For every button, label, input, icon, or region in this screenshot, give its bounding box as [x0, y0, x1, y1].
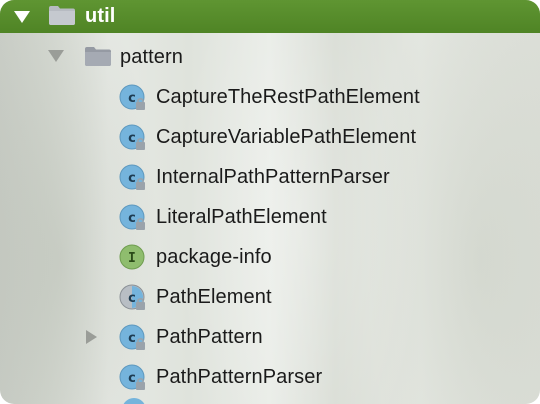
tree-node-label: LiteralPathElement: [156, 206, 327, 228]
class-icon: [122, 398, 146, 404]
project-tree-panel: util pattern c CaptureTheRestPathElement: [0, 0, 540, 404]
tree-node-class[interactable]: c InternalPathPatternParser: [0, 157, 540, 197]
tree-node-label: util: [85, 5, 116, 27]
tree-node-class[interactable]: c CaptureVariablePathElement: [0, 117, 540, 157]
svg-text:c: c: [128, 91, 136, 106]
tree-node-label: pattern: [120, 46, 183, 68]
svg-text:c: c: [128, 131, 136, 146]
svg-text:c: c: [128, 371, 136, 386]
tree-node-label: package-info: [156, 246, 272, 268]
tree-node-abstract-class[interactable]: c PathElement: [0, 277, 540, 317]
folder-icon: [85, 47, 111, 66]
abstract-class-icon: c: [119, 284, 145, 310]
tree-node-class[interactable]: c LiteralPathElement: [0, 197, 540, 237]
tree-node-label: PathPatternParser: [156, 366, 323, 388]
class-icon: c: [119, 364, 145, 390]
svg-text:c: c: [128, 331, 136, 346]
svg-text:c: c: [128, 171, 136, 186]
tree-node-label: InternalPathPatternParser: [156, 166, 390, 188]
expand-arrow-icon[interactable]: [14, 11, 30, 23]
tree-node-label: CaptureTheRestPathElement: [156, 86, 420, 108]
tree-node-interface[interactable]: I package-info: [0, 237, 540, 277]
tree-node-label: PathElement: [156, 286, 272, 308]
tree-node-label: PathPattern: [156, 326, 263, 348]
class-icon: c: [119, 324, 145, 350]
tree-node-class[interactable]: c PathPattern: [0, 317, 540, 357]
class-icon: c: [119, 124, 145, 150]
svg-text:c: c: [128, 211, 136, 226]
class-icon: c: [119, 84, 145, 110]
svg-text:c: c: [128, 291, 136, 306]
project-tree: util pattern c CaptureTheRestPathElement: [0, 0, 540, 404]
expand-arrow-icon[interactable]: [48, 50, 64, 62]
tree-node-class[interactable]: c PathPatternParser: [0, 357, 540, 397]
tree-node-label: CaptureVariablePathElement: [156, 126, 417, 148]
class-icon: c: [119, 164, 145, 190]
folder-icon: [49, 6, 75, 25]
tree-node-util[interactable]: util: [0, 0, 540, 33]
tree-node-pattern[interactable]: pattern: [0, 37, 540, 77]
svg-text:I: I: [128, 251, 136, 266]
tree-node-class[interactable]: c CaptureTheRestPathElement: [0, 77, 540, 117]
interface-icon: I: [119, 244, 145, 270]
expand-arrow-icon[interactable]: [86, 330, 97, 344]
class-icon: c: [119, 204, 145, 230]
tree-node-partial: [120, 398, 146, 404]
